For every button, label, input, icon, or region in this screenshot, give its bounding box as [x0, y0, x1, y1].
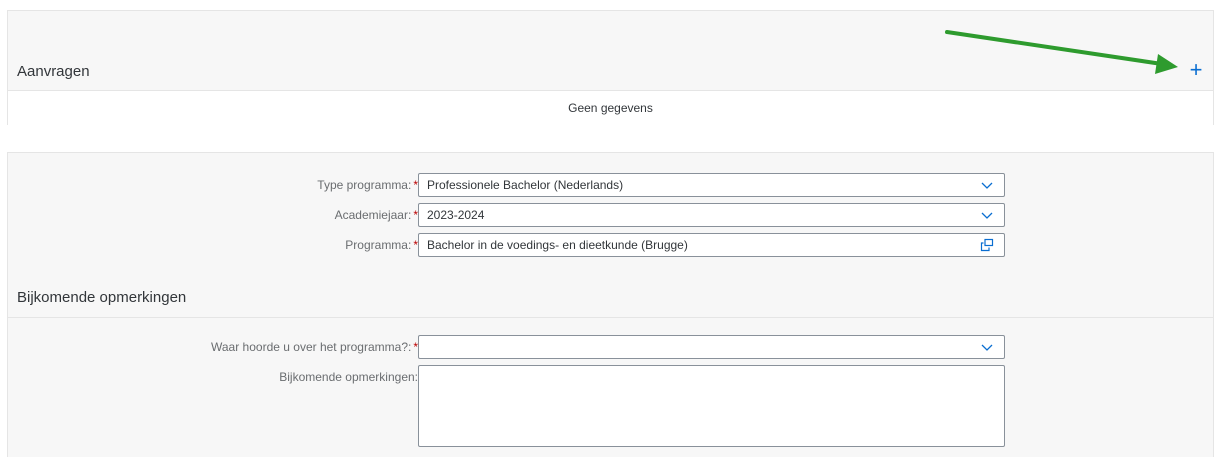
application-form-panel: Type programma: * Professionele Bachelor … — [7, 152, 1214, 457]
academiejaar-select[interactable]: 2023-2024 — [418, 203, 1005, 227]
waar-hoorde-row: Waar hoorde u over het programma?: * — [8, 335, 1213, 359]
type-programma-row: Type programma: * Professionele Bachelor … — [8, 173, 1213, 197]
programma-label: Programma: * — [345, 238, 418, 252]
type-programma-select[interactable]: Professionele Bachelor (Nederlands) — [418, 173, 1005, 197]
chevron-down-icon[interactable] — [980, 340, 994, 354]
remarks-section-title: Bijkomende opmerkingen — [17, 289, 187, 306]
section-divider — [8, 317, 1213, 318]
programma-input[interactable]: Bachelor in de voedings- en dieetkunde (… — [418, 233, 1005, 257]
programma-row: Programma: * Bachelor in de voedings- en … — [8, 233, 1213, 257]
chevron-down-icon[interactable] — [980, 208, 994, 222]
academiejaar-value: 2023-2024 — [427, 208, 485, 222]
waar-hoorde-label: Waar hoorde u over het programma?: * — [211, 340, 418, 354]
value-help-icon[interactable] — [980, 238, 994, 252]
chevron-down-icon[interactable] — [980, 178, 994, 192]
opmerkingen-textarea[interactable] — [418, 365, 1005, 447]
programma-value: Bachelor in de voedings- en dieetkunde (… — [427, 238, 688, 252]
waar-hoorde-select[interactable] — [418, 335, 1005, 359]
opmerkingen-label: Bijkomende opmerkingen: — [279, 370, 418, 384]
academiejaar-row: Academiejaar: * 2023-2024 — [8, 203, 1213, 227]
type-programma-label: Type programma: * — [317, 178, 418, 192]
type-programma-value: Professionele Bachelor (Nederlands) — [427, 178, 624, 192]
academiejaar-label: Academiejaar: * — [334, 208, 418, 222]
